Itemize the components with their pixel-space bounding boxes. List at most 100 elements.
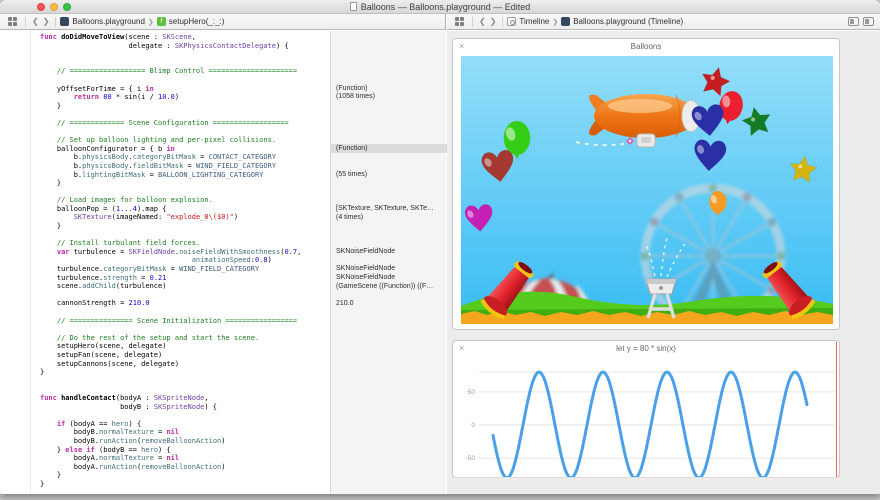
code-line[interactable]: bodyB : SKSpriteNode) {	[40, 403, 301, 412]
code-line[interactable]: } else if (bodyB == hero) {	[40, 446, 301, 455]
chart-title: let y = 80 * sin(x)	[453, 344, 839, 353]
title-bar: Balloons — Balloons.playground — Edited	[0, 0, 880, 14]
code-line[interactable]: b.physicsBody.categoryBitMask = CONTACT_…	[40, 153, 301, 162]
code-line[interactable]	[40, 76, 301, 85]
playground-results-sidebar: (Function)(1058 times)(Function)(55 time…	[330, 31, 446, 494]
forward-button[interactable]: ❯	[488, 17, 499, 26]
code-editor-text[interactable]: func doDidMoveToView(scene : SKScene, de…	[40, 33, 301, 488]
timeline-file-icon	[561, 17, 570, 26]
back-button[interactable]: ❮	[30, 17, 41, 26]
code-line[interactable]: }	[40, 368, 301, 377]
code-line[interactable]	[40, 128, 301, 137]
breadcrumb-file[interactable]: Balloons.playground	[72, 17, 145, 26]
code-line[interactable]	[40, 291, 301, 300]
code-line[interactable]: b.physicsBody.fieldBitMask = WIND_FIELD_…	[40, 162, 301, 171]
code-line[interactable]: animationSpeed:0.8)	[40, 256, 301, 265]
playground-file-icon	[60, 17, 69, 26]
result-value[interactable]: (Function)	[331, 144, 447, 153]
timeline-cursor[interactable]	[836, 342, 838, 477]
code-line[interactable]: cannonStrength = 210.0	[40, 299, 301, 308]
code-line[interactable]: // ============= Scene Configuration ===…	[40, 119, 301, 128]
code-line[interactable]	[40, 59, 301, 68]
related-items-icon[interactable]	[8, 17, 17, 26]
code-line[interactable]	[40, 110, 301, 119]
code-line[interactable]	[40, 308, 301, 317]
forward-button[interactable]: ❯	[41, 17, 52, 26]
chart-card: × let y = 80 * sin(x) 500-50	[452, 340, 840, 478]
code-line[interactable]	[40, 231, 301, 240]
gutter-divider	[30, 31, 31, 494]
live-view-title: Balloons	[453, 42, 839, 51]
code-line[interactable]: SKTexture(imageNamed: "explode_0\($0)")	[40, 213, 301, 222]
code-line[interactable]: // Install turbulant field forces.	[40, 239, 301, 248]
code-line[interactable]: bodyA.normalTexture = nil	[40, 454, 301, 463]
code-line[interactable]	[40, 50, 301, 59]
window-title: Balloons — Balloons.playground — Edited	[0, 2, 880, 12]
code-line[interactable]: b.lightingBitMask = BALLOON_LIGHTING_CAT…	[40, 171, 301, 180]
code-line[interactable]: }	[40, 471, 301, 480]
result-value[interactable]: 210.0	[331, 299, 447, 308]
code-line[interactable]	[40, 411, 301, 420]
result-value[interactable]: SKNoiseFieldNode	[331, 247, 447, 256]
code-line[interactable]: // Set up balloon lighting and per-pixel…	[40, 136, 301, 145]
y-axis-label: -50	[466, 455, 476, 462]
code-line[interactable]	[40, 325, 301, 334]
code-line[interactable]: turbulence.strength = 0.21	[40, 274, 301, 283]
code-line[interactable]: // Load images for balloon explosion.	[40, 196, 301, 205]
assistant-jump-bar: ❮ ❯ Timeline ❯ Balloons.playground (Time…	[447, 14, 880, 30]
code-line[interactable]: return 80 * sin(i / 10.0)	[40, 93, 301, 102]
code-line[interactable]: var turbulence = SKFieldNode.noiseFieldW…	[40, 248, 301, 257]
code-line[interactable]	[40, 188, 301, 197]
code-line[interactable]: turbulence.categoryBitMask = WIND_FIELD_…	[40, 265, 301, 274]
code-line[interactable]	[40, 385, 301, 394]
code-line[interactable]: setupHero(scene, delegate)	[40, 342, 301, 351]
code-line[interactable]: setupCannons(scene, delegate)	[40, 360, 301, 369]
result-value[interactable]: (55 times)	[331, 170, 447, 179]
code-line[interactable]: }	[40, 222, 301, 231]
code-line[interactable]: }	[40, 480, 301, 489]
breadcrumb-symbol[interactable]: setupHero(_:_:)	[169, 17, 225, 26]
game-scene[interactable]	[461, 56, 833, 324]
sine-wave-chart: 500-50	[453, 357, 839, 478]
code-line[interactable]: setupFan(scene, delegate)	[40, 351, 301, 360]
code-line[interactable]: // Do the rest of the setup and start th…	[40, 334, 301, 343]
code-line[interactable]: balloonConfigurator = { b in	[40, 145, 301, 154]
y-axis-label: 0	[471, 422, 475, 429]
code-line[interactable]: balloonPop = (1...4).map {	[40, 205, 301, 214]
live-view-card: × Balloons	[452, 38, 840, 330]
editor-jump-bar: ❮ ❯ Balloons.playground ❯ f setupHero(_:…	[0, 14, 446, 30]
code-line[interactable]: scene.addChild(turbulence)	[40, 282, 301, 291]
code-line[interactable]: func handleContact(bodyA : SKSpriteNode,	[40, 394, 301, 403]
standard-editor-button[interactable]	[848, 17, 859, 26]
timeline-assistant-pane: × Balloons	[447, 31, 880, 494]
breadcrumb-timeline-file[interactable]: Balloons.playground (Timeline)	[573, 17, 683, 26]
code-line[interactable]: if (bodyA == hero) {	[40, 420, 301, 429]
source-editor[interactable]: func doDidMoveToView(scene : SKScene, de…	[0, 31, 446, 494]
result-value[interactable]: (1058 times)	[331, 92, 447, 101]
code-line[interactable]: // ================== Blimp Control ====…	[40, 67, 301, 76]
timeline-icon	[507, 17, 516, 26]
breadcrumb-separator: ❯	[552, 18, 558, 26]
result-value[interactable]: (GameScene ((Function)) ((F…	[331, 282, 447, 291]
code-line[interactable]	[40, 377, 301, 386]
code-line[interactable]: bodyB.normalTexture = nil	[40, 428, 301, 437]
code-line[interactable]: yOffsetForTime = { i in	[40, 85, 301, 94]
code-line[interactable]: bodyA.runAction(removeBalloonAction)	[40, 463, 301, 472]
back-button[interactable]: ❮	[477, 17, 488, 26]
code-line[interactable]: func doDidMoveToView(scene : SKScene,	[40, 33, 301, 42]
code-line[interactable]: }	[40, 179, 301, 188]
document-icon	[350, 2, 357, 11]
related-items-icon[interactable]	[455, 17, 464, 26]
breadcrumb-timeline[interactable]: Timeline	[519, 17, 549, 26]
result-value[interactable]: (4 times)	[331, 213, 447, 222]
xcode-window: Balloons — Balloons.playground — Edited …	[0, 0, 880, 494]
code-line[interactable]: delegate : SKPhysicsContactDelegate) {	[40, 42, 301, 51]
breadcrumb-separator: ❯	[148, 18, 154, 26]
live-view-header: × Balloons	[453, 39, 839, 55]
assistant-editor-button[interactable]	[863, 17, 874, 26]
code-line[interactable]: bodyB.runAction(removeBalloonAction)	[40, 437, 301, 446]
code-line[interactable]: // =============== Scene Initialization …	[40, 317, 301, 326]
function-icon: f	[157, 17, 166, 26]
chart-header: × let y = 80 * sin(x)	[453, 341, 839, 357]
code-line[interactable]: }	[40, 102, 301, 111]
